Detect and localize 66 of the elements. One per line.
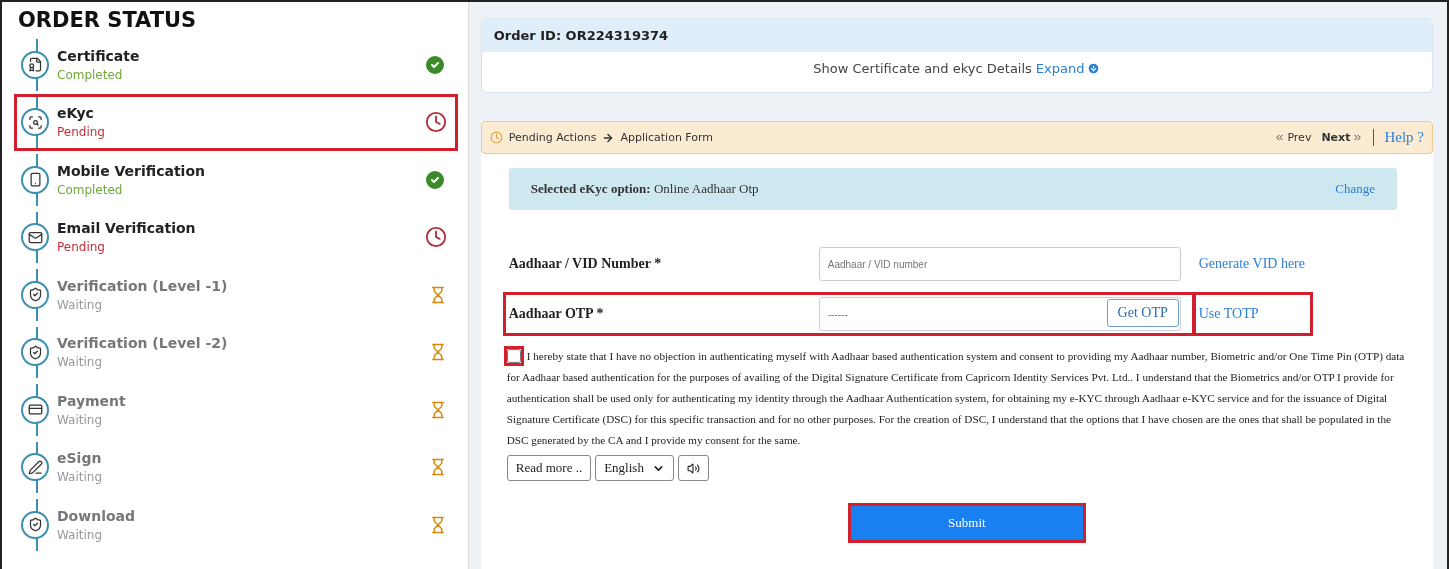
step-item[interactable]: Download Waiting bbox=[14, 496, 458, 554]
step-name: Verification (Level -2) bbox=[57, 335, 229, 352]
step-icon bbox=[21, 510, 49, 539]
order-id: Order ID: OR224319374 bbox=[481, 19, 1432, 52]
submit-button[interactable]: Submit bbox=[847, 503, 1086, 543]
step-status: Waiting bbox=[57, 355, 104, 370]
help-link[interactable]: Help ? bbox=[1373, 129, 1424, 146]
get-otp-button[interactable]: Get OTP bbox=[1106, 299, 1179, 327]
step-status: Waiting bbox=[57, 470, 104, 485]
step-status: Completed bbox=[57, 182, 124, 197]
step-icon bbox=[21, 453, 49, 482]
step-icon bbox=[21, 50, 49, 79]
read-more-button[interactable]: Read more .. bbox=[506, 455, 592, 481]
step-item[interactable]: Certificate Completed bbox=[14, 36, 458, 94]
step-item[interactable]: eKyc Pending bbox=[14, 93, 458, 151]
clock-icon bbox=[489, 131, 503, 144]
consent-checkbox[interactable] bbox=[506, 349, 521, 363]
ekyc-option-label: Selected eKyc option: bbox=[530, 181, 651, 197]
step-icon bbox=[21, 108, 49, 137]
step-item[interactable]: Verification (Level -2) Waiting bbox=[14, 323, 458, 381]
step-status: Waiting bbox=[57, 527, 104, 542]
change-link[interactable]: Change bbox=[1335, 181, 1375, 197]
field-link[interactable]: Generate VID here bbox=[1190, 248, 1313, 280]
step-status: Pending bbox=[57, 125, 106, 140]
breadcrumb-item: Pending Actions bbox=[508, 131, 597, 144]
speaker-button[interactable] bbox=[677, 455, 709, 481]
consent-text: I hereby state that I have no objection in authenticating myself with Aadhaar based authentication system and consent to providing my Aadhaar number, Biometric and/or One Time Pin (OTP) data for Aadhaar based authentication for the purposes of availing of the Digital Signature Certificate from Capricorn Identity Services Pvt. Ltd.. I understand that the Biometrics and/or OTP I provide for authentication shall be used only for authenticating my identity through the Aadhaar Authentication system, for obtaining my e-KYC through Aadhaar e-KYC service and for the issuance of Digital Signature Certificate (DSC) for this specific transaction and for no other purposes. For the creation of DSC, I understand that the options that I have chosen are the ones that shall be populated in the DSC generated by the CA and I provide my consent for the same. bbox=[506, 346, 1407, 451]
breadcrumb-item: Application Form bbox=[620, 131, 714, 144]
step-item[interactable]: Mobile Verification Completed bbox=[14, 151, 458, 209]
expand-link[interactable]: Expand bbox=[1035, 61, 1101, 76]
field-label: Aadhaar / VID Number * bbox=[507, 256, 663, 272]
arrow-down-icon bbox=[1087, 62, 1101, 75]
next-link[interactable]: Next bbox=[1321, 131, 1364, 144]
language-select[interactable]: English bbox=[595, 455, 674, 481]
ekyc-option-value: Online Aadhaar Otp bbox=[652, 181, 759, 197]
arrow-icon bbox=[602, 131, 615, 144]
step-status: Waiting bbox=[57, 297, 104, 312]
step-name: Mobile Verification bbox=[57, 162, 206, 179]
details-text: Show Certificate and ekyc Details bbox=[813, 61, 1032, 76]
step-status: Pending bbox=[57, 240, 106, 255]
double-chevron-right-icon bbox=[1352, 132, 1364, 143]
step-item[interactable]: Email Verification Pending bbox=[14, 208, 458, 266]
step-icon bbox=[21, 280, 49, 309]
field-link[interactable]: Use TOTP bbox=[1190, 298, 1267, 330]
step-item[interactable]: Verification (Level -1) Waiting bbox=[14, 266, 458, 324]
field-label: Aadhaar OTP * bbox=[507, 306, 605, 322]
step-item[interactable]: Payment Waiting bbox=[14, 381, 458, 439]
step-name: eSign bbox=[57, 450, 103, 467]
step-icon bbox=[21, 165, 49, 194]
step-name: Download bbox=[57, 507, 137, 524]
step-name: Email Verification bbox=[57, 220, 197, 237]
step-name: Payment bbox=[57, 392, 127, 409]
step-name: Verification (Level -1) bbox=[57, 277, 229, 294]
step-item[interactable]: eSign Waiting bbox=[14, 438, 458, 496]
input-field[interactable]: Aadhaar / VID number bbox=[818, 247, 1181, 281]
sidebar-title: ORDER STATUS bbox=[18, 8, 198, 32]
speaker-icon bbox=[686, 461, 700, 475]
step-icon bbox=[21, 338, 49, 367]
prev-link[interactable]: Prev bbox=[1274, 131, 1312, 144]
step-name: Certificate bbox=[57, 47, 141, 64]
double-chevron-left-icon bbox=[1274, 132, 1286, 143]
step-status: Waiting bbox=[57, 412, 104, 427]
step-status: Completed bbox=[57, 67, 124, 82]
step-icon bbox=[21, 223, 49, 252]
step-name: eKyc bbox=[57, 105, 95, 122]
step-icon bbox=[21, 395, 49, 424]
